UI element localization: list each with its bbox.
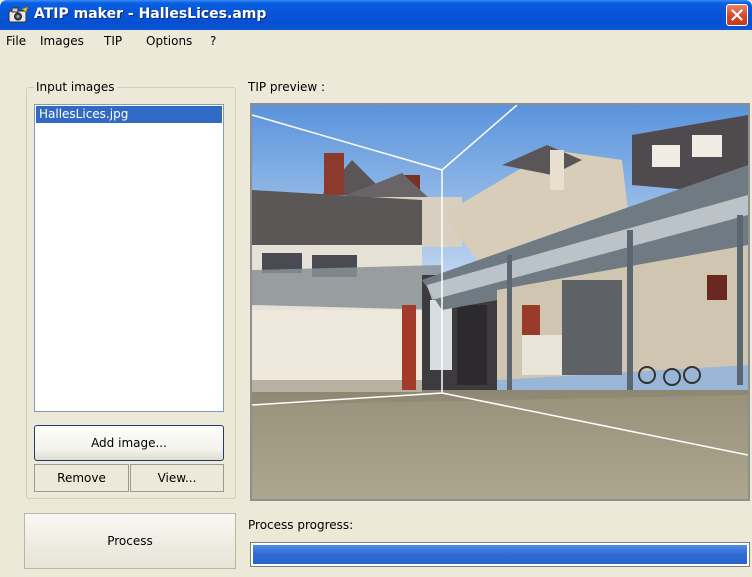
menu-bar: File Images TIP Options ? <box>0 30 752 52</box>
process-progress-label: Process progress: <box>248 518 354 532</box>
close-button[interactable] <box>726 4 748 26</box>
menu-images[interactable]: Images <box>40 34 84 48</box>
remove-label: Remove <box>57 471 106 485</box>
close-icon <box>731 9 743 21</box>
process-label: Process <box>107 534 153 548</box>
tip-preview-label: TIP preview : <box>248 80 326 94</box>
tip-preview-image[interactable] <box>250 103 750 501</box>
menu-help[interactable]: ? <box>210 34 216 48</box>
add-image-label: Add image... <box>91 436 167 450</box>
process-progress-bar <box>250 542 750 567</box>
add-image-button[interactable]: Add image... <box>34 425 224 461</box>
view-label: View... <box>157 471 197 485</box>
title-bar[interactable]: ATIP maker - HallesLices.amp <box>0 0 752 30</box>
preview-scene <box>252 105 748 499</box>
window-title: ATIP maker - HallesLices.amp <box>34 6 267 22</box>
remove-button[interactable]: Remove <box>34 464 129 492</box>
view-button[interactable]: View... <box>130 464 224 492</box>
app-window: ATIP maker - HallesLices.amp File Images… <box>0 0 752 577</box>
menu-options[interactable]: Options <box>146 34 192 48</box>
list-item-selected[interactable]: HallesLices.jpg <box>36 106 222 123</box>
process-button[interactable]: Process <box>24 513 236 569</box>
camera-icon <box>8 6 29 23</box>
input-images-list[interactable]: HallesLices.jpg <box>34 104 224 412</box>
menu-tip[interactable]: TIP <box>104 34 122 48</box>
menu-file[interactable]: File <box>6 34 26 48</box>
progress-fill <box>253 545 747 564</box>
input-images-label: Input images <box>34 80 117 94</box>
